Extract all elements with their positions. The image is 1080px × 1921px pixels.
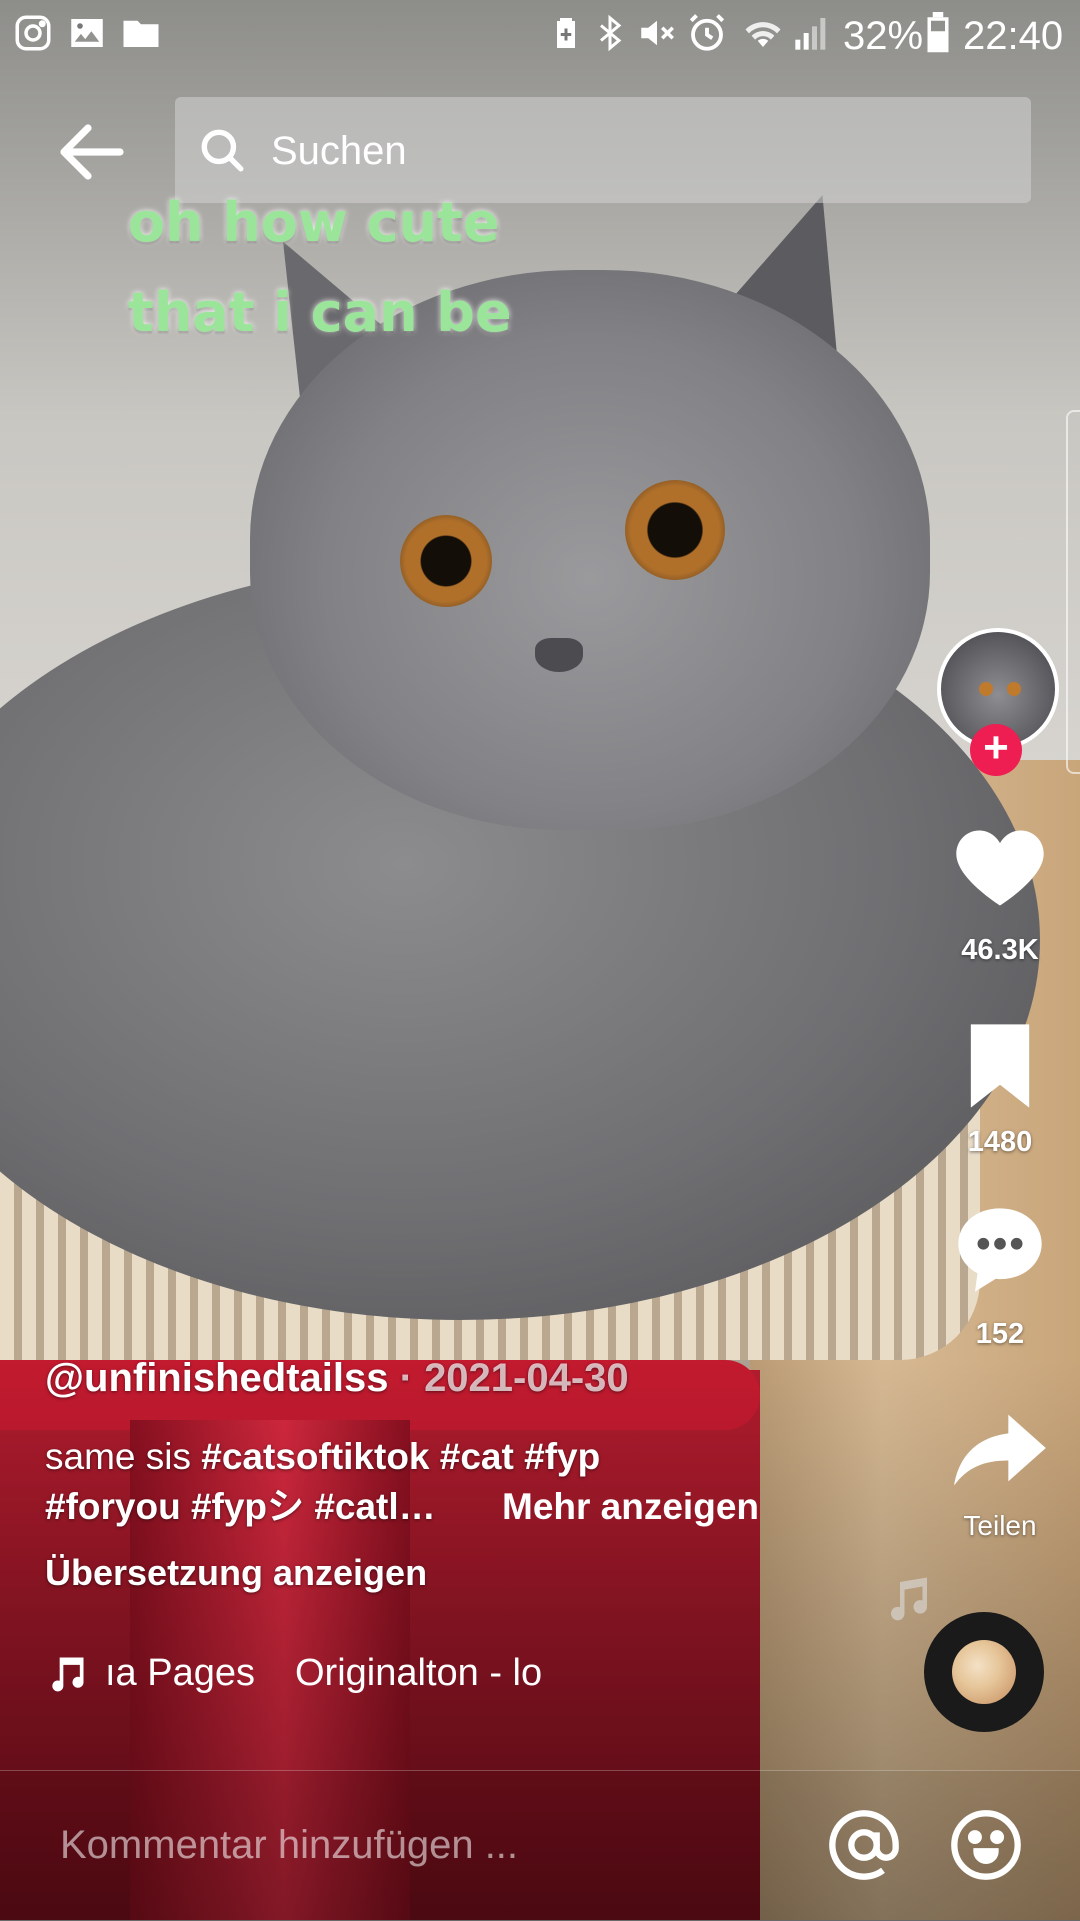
search-input[interactable]: Suchen xyxy=(271,123,971,179)
video-cat-eye-left xyxy=(400,515,492,607)
mute-icon xyxy=(641,20,674,46)
signal-icon xyxy=(795,18,826,50)
share-arrow-icon[interactable] xyxy=(950,1398,1050,1498)
comment-input[interactable]: Kommentar hinzufügen ... xyxy=(60,1823,518,1868)
mention-at-icon[interactable] xyxy=(826,1807,902,1883)
post-date-separator: · xyxy=(399,1356,425,1400)
author-username[interactable]: @unfinishedtailss xyxy=(45,1356,389,1400)
video-cat-nose xyxy=(535,638,583,672)
image-icon xyxy=(71,19,103,47)
comment-bubble-icon[interactable] xyxy=(950,1200,1050,1300)
clock: 22:40 xyxy=(963,14,1064,58)
bluetooth-icon xyxy=(600,14,622,52)
bookmark-icon[interactable] xyxy=(950,1016,1050,1116)
battery-percent: 32% xyxy=(843,14,924,58)
music-disc-cover xyxy=(952,1640,1016,1704)
avatar-cat-eye xyxy=(979,682,993,696)
edge-panel-handle[interactable] xyxy=(1066,410,1080,774)
save-count: 1480 xyxy=(967,1126,1033,1158)
music-title-part-1: ıa Pages xyxy=(105,1652,255,1694)
music-disc[interactable] xyxy=(924,1612,1044,1732)
video-text-overlay: oh how cute that i can be xyxy=(128,178,648,358)
music-title-marquee: ıa Pages Originalton - lo xyxy=(105,1652,665,1695)
emoji-icon[interactable] xyxy=(948,1807,1024,1883)
post-date: 2021-04-30 xyxy=(424,1356,629,1400)
floating-music-note-icon xyxy=(891,1577,928,1621)
author-line: @unfinishedtailss · 2021-04-30 xyxy=(45,1356,629,1401)
music-row[interactable]: ıa Pages Originalton - lo xyxy=(45,1650,905,1700)
video-cat-eye-right xyxy=(625,480,725,580)
heart-icon[interactable] xyxy=(950,818,1050,918)
back-arrow-icon[interactable] xyxy=(52,112,132,192)
music-note-icon xyxy=(52,1657,84,1692)
follow-plus-button[interactable]: + xyxy=(970,724,1022,776)
overlay-line-2: that i can be xyxy=(128,281,512,344)
battery-icon xyxy=(927,12,949,53)
comment-bar: Kommentar hinzufügen ... xyxy=(0,1770,1080,1921)
overlay-line-1: oh how cute xyxy=(128,191,500,254)
desc-text: same sis xyxy=(45,1436,202,1477)
like-count: 46.3K xyxy=(961,934,1039,966)
wifi-icon xyxy=(745,22,781,47)
folder-icon xyxy=(123,20,159,47)
avatar-cat-eye xyxy=(1007,682,1021,696)
alarm-icon xyxy=(689,14,725,51)
share-label: Teilen xyxy=(963,1510,1037,1541)
show-more-link[interactable]: Mehr anzeigen xyxy=(502,1482,759,1532)
search-icon xyxy=(201,129,244,172)
desc-hashtags-1[interactable]: #catsoftiktok #cat #fyp xyxy=(201,1436,600,1477)
battery-saver-icon xyxy=(557,18,575,48)
comment-count: 152 xyxy=(975,1318,1025,1350)
instagram-icon xyxy=(15,15,51,51)
status-bar: 32% 22:40 xyxy=(0,0,1080,72)
desc-line-1: same sis #catsoftiktok #cat #fyp xyxy=(45,1432,785,1482)
translate-link[interactable]: Übersetzung anzeigen xyxy=(45,1552,427,1594)
music-title-part-2: Originalton - lo xyxy=(295,1652,543,1694)
